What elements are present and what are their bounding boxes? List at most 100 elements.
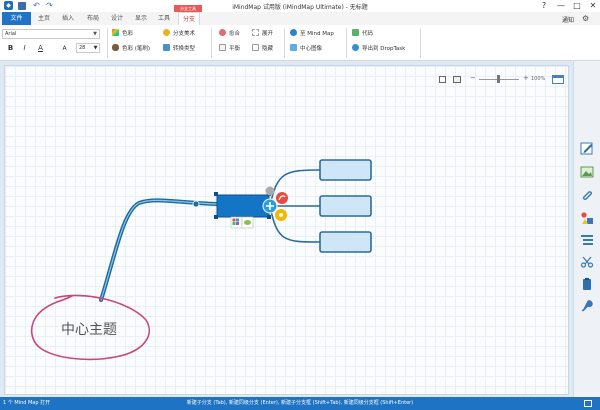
close-button[interactable]: ✕ — [585, 0, 600, 11]
save-icon[interactable] — [18, 2, 26, 10]
branch-joint-handle — [192, 200, 200, 208]
settings-icon[interactable]: ⚙ — [582, 14, 591, 23]
fit-to-screen-icon[interactable] — [439, 76, 446, 83]
ribbon-separator — [107, 28, 108, 58]
code-label: 代码 — [362, 30, 374, 37]
balance-button[interactable]: 平衡 — [219, 43, 240, 52]
tab-design[interactable]: 设计 — [107, 12, 127, 25]
expand-label: 展开 — [262, 30, 274, 37]
font-size-dropdown[interactable]: 28 ▼ — [76, 43, 100, 53]
undo-icon[interactable]: ↶ — [32, 1, 41, 10]
view-mode-icon[interactable] — [584, 400, 592, 407]
notifications-link[interactable]: 通知 — [562, 15, 574, 24]
collapse-button[interactable]: 隐藏 — [252, 43, 273, 52]
redo-icon[interactable]: ↷ — [45, 1, 54, 10]
zoom-in-button[interactable]: + — [523, 74, 529, 82]
task-clipboard-icon[interactable] — [580, 277, 594, 291]
image-view-icon[interactable] — [453, 76, 461, 83]
bold-button[interactable]: B — [6, 44, 15, 53]
font-color-button[interactable]: A — [36, 44, 45, 53]
outline-list-icon[interactable] — [580, 233, 594, 247]
tab-layout[interactable]: 布局 — [83, 12, 103, 25]
heal-icon — [219, 29, 226, 36]
shapes-icon[interactable] — [580, 211, 594, 225]
italic-button[interactable]: I — [20, 44, 29, 53]
balance-label: 平衡 — [229, 45, 241, 52]
zoom-slider-thumb[interactable] — [497, 75, 500, 83]
chevron-down-icon: ▼ — [93, 31, 97, 37]
brush-icon — [112, 44, 119, 51]
central-topic-text: 中心主题 — [61, 322, 117, 338]
droptask-icon — [352, 44, 359, 51]
font-family-value: Arial — [5, 31, 17, 37]
contextual-tab-label: 分支工具 — [174, 5, 202, 12]
ribbon-separator — [346, 28, 347, 58]
image-library-icon[interactable] — [580, 165, 594, 179]
keyboard-hint: 新建子分支 (Tab), 新建同级分支 (Enter), 新建子分支框 (Shi… — [186, 400, 414, 406]
help-button[interactable]: ? — [536, 0, 552, 11]
main-branch-line — [99, 198, 219, 302]
transform-type-label: 转换类型 — [173, 45, 196, 52]
code-button[interactable]: 代码 — [352, 28, 373, 37]
panel-toggle-icon[interactable] — [552, 75, 564, 84]
child-node-box — [319, 195, 372, 217]
branch-art-icon — [163, 29, 170, 36]
tab-view[interactable]: 显示 — [131, 12, 151, 25]
ribbon-separator — [284, 28, 285, 58]
color-brush-label: 色彩 (笔刷) — [122, 45, 151, 52]
to-mindmap-label: 至 Mind Map — [300, 30, 334, 37]
minimize-button[interactable]: — — [553, 0, 569, 11]
central-image-button[interactable]: 中心图像 — [290, 43, 322, 52]
color-button[interactable]: 色彩 — [112, 28, 133, 37]
transform-icon — [163, 44, 170, 51]
tab-branch[interactable]: 分支 — [178, 12, 200, 26]
collapse-icon — [252, 44, 259, 51]
workspace: 中心主题 − + 100% — [0, 61, 573, 397]
scissors-icon[interactable] — [580, 255, 594, 269]
mindmap-icon — [290, 29, 297, 36]
heal-label: 愈合 — [229, 30, 241, 37]
transform-type-button[interactable]: 转换类型 — [163, 43, 195, 52]
font-family-dropdown[interactable]: Arial ▼ — [2, 29, 100, 39]
font-size-value: 28 — [79, 45, 86, 51]
app-logo-icon: ◆ — [4, 1, 13, 10]
right-side-panel — [573, 61, 600, 397]
chevron-down-icon: ▼ — [93, 45, 98, 51]
tab-file[interactable]: 文件 — [2, 12, 31, 25]
color-brush-button[interactable]: 色彩 (笔刷) — [112, 43, 150, 52]
child-node-box — [319, 231, 372, 253]
tab-insert[interactable]: 插入 — [58, 12, 78, 25]
maximize-button[interactable]: □ — [569, 0, 585, 11]
central-image-icon — [290, 44, 297, 51]
ribbon-separator — [420, 28, 421, 58]
properties-wrench-icon[interactable] — [580, 299, 594, 313]
heal-button[interactable]: 愈合 — [219, 28, 240, 37]
paperclip-icon[interactable] — [580, 189, 594, 203]
font-size-icon: A — [62, 45, 67, 52]
title-bar: ◆ ↶ ↷ iMindMap 试用版 (iMindMap Ultimate) -… — [0, 0, 600, 12]
child-node-box — [319, 159, 372, 181]
expand-icon — [252, 29, 259, 36]
mindmap-drawing: 中心主题 — [31, 159, 372, 361]
zoom-out-button[interactable]: − — [470, 74, 476, 82]
tab-home[interactable]: 主页 — [34, 12, 54, 25]
branch-style-button[interactable]: 分支美术 — [163, 28, 195, 37]
central-image-label: 中心图像 — [300, 45, 323, 52]
to-mindmap-button[interactable]: 至 Mind Map — [290, 28, 334, 37]
mindmap-canvas[interactable]: 中心主题 − + 100% — [4, 65, 569, 395]
selected-node — [216, 194, 270, 218]
gray-handle-icon — [265, 186, 275, 196]
status-bar: 1 个 Mind Map 打开 新建子分支 (Tab), 新建同级分支 (Ent… — [0, 397, 600, 410]
expand-button[interactable]: 展开 — [252, 28, 273, 37]
red-branch-icon — [276, 192, 288, 204]
branch-style-label: 分支美术 — [173, 30, 196, 37]
balance-icon — [219, 44, 226, 51]
notes-pencil-icon[interactable] — [580, 141, 594, 155]
window-title: iMindMap 试用版 (iMindMap Ultimate) - 无标题 — [232, 4, 368, 11]
code-icon — [352, 29, 359, 36]
tab-tools[interactable]: 工具 — [154, 12, 174, 25]
export-droptask-button[interactable]: 导出到 DropTask — [352, 43, 405, 52]
color-label: 色彩 — [122, 30, 134, 37]
zoom-level: 100% — [531, 76, 546, 82]
palette-icon — [112, 29, 119, 36]
